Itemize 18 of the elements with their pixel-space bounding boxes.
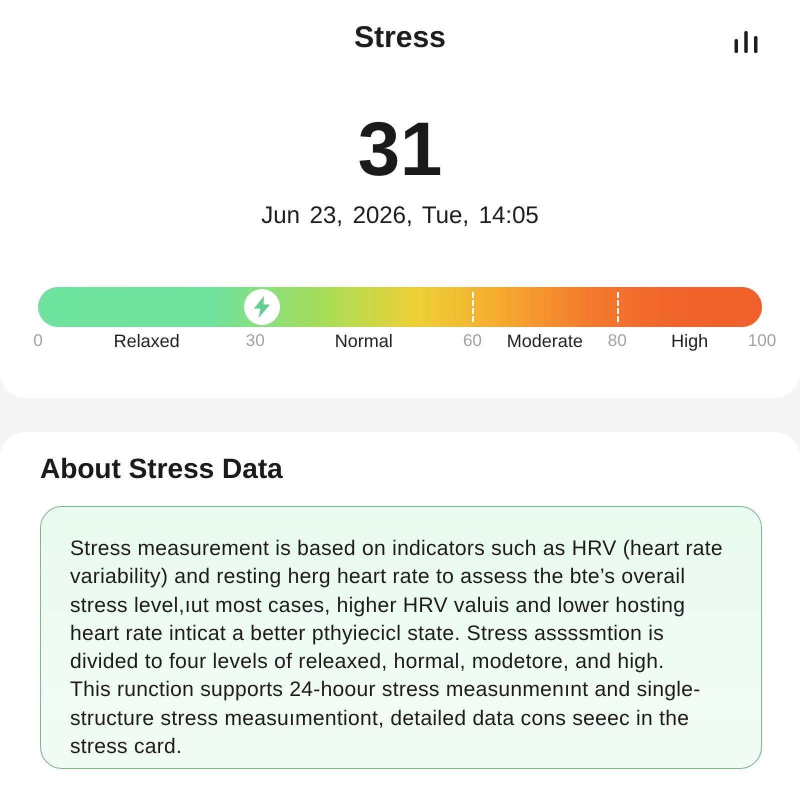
zone-label: High	[671, 330, 708, 352]
scale-tick-label: 30	[246, 331, 265, 351]
bar-chart-icon[interactable]	[732, 29, 760, 55]
dashed-divider	[472, 292, 474, 322]
section-title: About Stress Data	[40, 454, 284, 484]
zone-label: Relaxed	[114, 330, 180, 352]
stress-value: 31	[358, 112, 442, 188]
scale-tick-label: 0	[33, 331, 43, 351]
scale-tick-label: 80	[608, 331, 627, 351]
page-title: Stress	[353, 21, 447, 55]
lightning-icon	[254, 296, 270, 318]
scale-tick-label: 100	[748, 331, 776, 351]
zone-label: Moderate	[506, 330, 583, 352]
scale-tick-label: 60	[462, 331, 482, 351]
dashed-divider	[617, 292, 620, 322]
measurement-timestamp: Jun 23, 2026, Tue, 14:05	[261, 202, 539, 230]
zone-label: Normal	[334, 330, 393, 352]
about-paragraph: Stress measurement is based on indicators such as HRV (heart rate variability) and resting herg heart rate to assess the bte’s overail stress level,ıut most cases, higher HRV valuis and lower hosting heart rate inticat a better pthyiecicl state. Stress assssmtion is divided to four levels of releaxed, hormal, modetore, and high. This runction supports 24-hoour stress measunmenınt and single- structure stress measuımentiont, detailed data cons seeec in the stress card.	[70, 536, 724, 760]
